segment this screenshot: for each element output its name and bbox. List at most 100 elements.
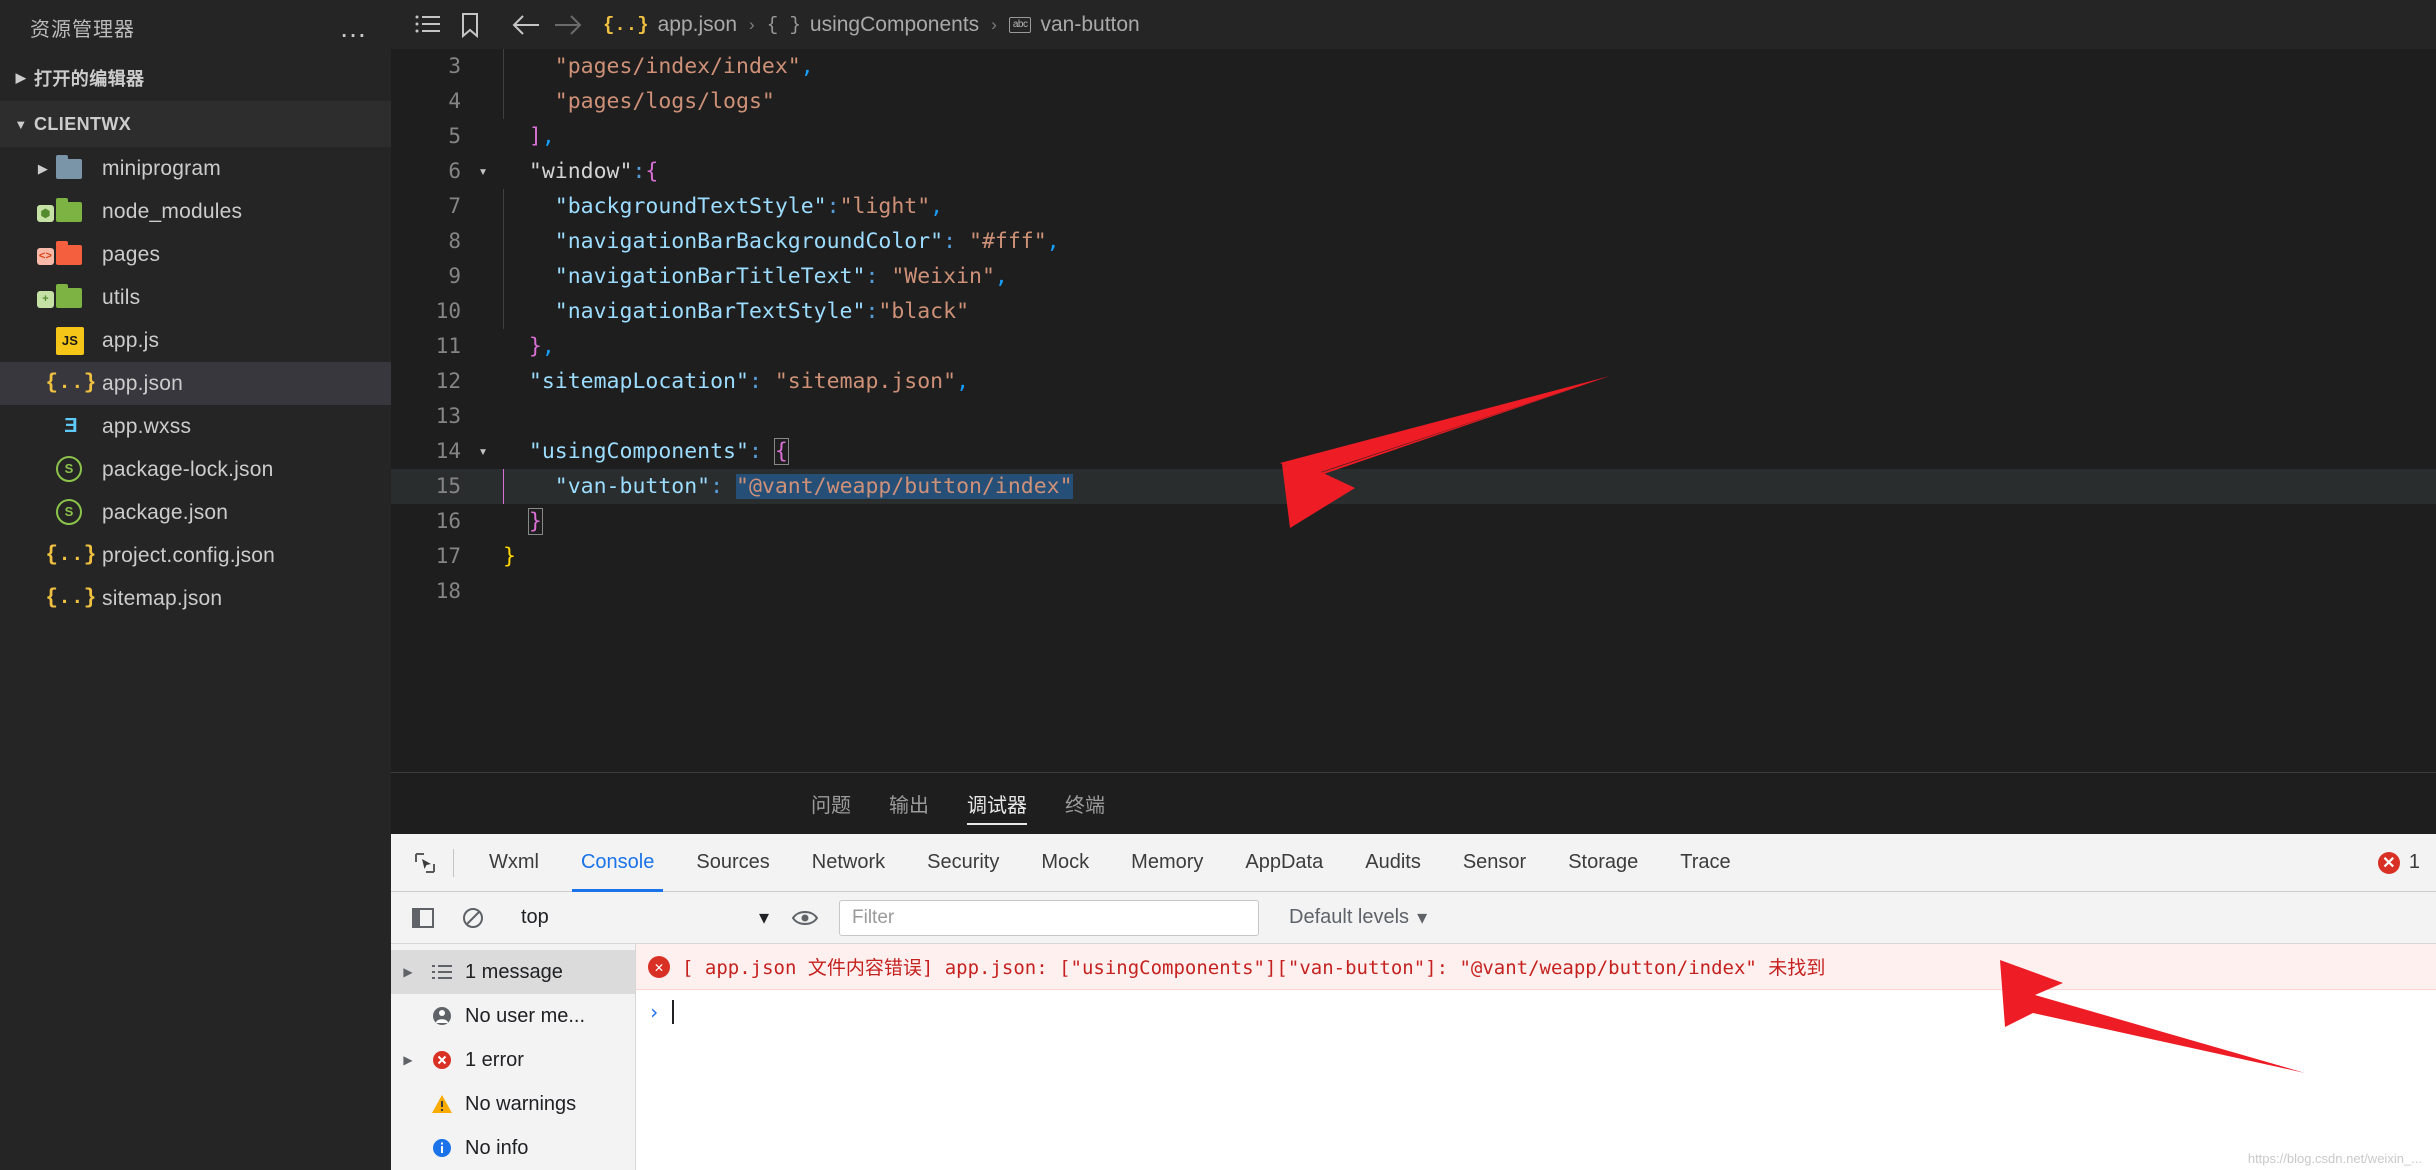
json-file-icon: {..}	[45, 544, 97, 567]
devtools-tab-security[interactable]: Security	[906, 834, 1020, 892]
tree-item-pages[interactable]: <> pages	[0, 233, 391, 276]
breadcrumb-item-file[interactable]: app.json	[658, 13, 737, 37]
chevron-down-icon: ▾	[758, 907, 769, 929]
user-message-icon	[429, 1005, 455, 1027]
line-content: "navigationBarBackgroundColor": "#fff",	[503, 224, 1060, 260]
code-line-16: 16 }	[391, 504, 2436, 539]
tree-item-miniprogram[interactable]: miniprogram	[0, 147, 391, 190]
console-toolbar: top ▾ Filter Default levels ▾	[391, 892, 2436, 944]
tree-item-label: sitemap.json	[102, 586, 223, 610]
console-output[interactable]: ✕ [ app.json 文件内容错误] app.json: ["usingCo…	[636, 944, 2436, 1170]
live-expression-eye-icon[interactable]	[781, 896, 829, 940]
clear-console-icon[interactable]	[449, 896, 497, 940]
line-content: "sitemapLocation": "sitemap.json",	[528, 369, 970, 394]
code-editor[interactable]: 3 "pages/index/index", 4 "pages/logs/log…	[391, 49, 2436, 772]
devtools-tab-audits[interactable]: Audits	[1344, 834, 1442, 892]
console-sidebar-item-user-messages[interactable]: No user me...	[391, 994, 635, 1038]
line-number: 10	[435, 299, 461, 323]
folder-green-plus-icon: +	[37, 283, 90, 312]
console-error-message[interactable]: ✕ [ app.json 文件内容错误] app.json: ["usingCo…	[636, 944, 2436, 990]
devtools-tab-storage[interactable]: Storage	[1547, 834, 1659, 892]
breadcrumb-item-vanbutton[interactable]: van-button	[1040, 13, 1139, 37]
filter-input[interactable]: Filter	[839, 899, 1259, 936]
console-sidebar-label: No user me...	[465, 1004, 586, 1027]
line-content: "van-button": "@vant/weapp/button/index"	[503, 469, 1073, 505]
tree-item-app-js[interactable]: JS app.js	[0, 319, 391, 362]
line-content: ],	[528, 124, 555, 149]
tab-debugger[interactable]: 调试器	[967, 773, 1027, 835]
tree-item-package-lock-json[interactable]: S package-lock.json	[0, 448, 391, 491]
devtools-tab-wxml[interactable]: Wxml	[468, 834, 560, 892]
bookmark-icon[interactable]	[449, 5, 491, 45]
line-content: "navigationBarTextStyle":"black"	[503, 294, 969, 330]
line-number: 13	[435, 404, 461, 428]
back-arrow-icon[interactable]	[505, 5, 547, 45]
panel-toggle-icon[interactable]	[399, 896, 447, 940]
json-file-icon: {..}	[45, 372, 97, 395]
log-levels-label: Default levels	[1289, 906, 1410, 928]
selected-string: "@vant/weapp/button/index"	[736, 473, 1073, 499]
breadcrumb-separator: ›	[991, 14, 997, 34]
devtools-tab-console[interactable]: Console	[560, 834, 675, 892]
tree-item-project-config-json[interactable]: {..} project.config.json	[0, 534, 391, 577]
devtools-tab-mock[interactable]: Mock	[1020, 834, 1110, 892]
ellipsis-icon[interactable]: …	[339, 13, 369, 41]
breadcrumb-item-usingcomponents[interactable]: usingComponents	[810, 13, 979, 37]
devtools-tab-sources[interactable]: Sources	[675, 834, 790, 892]
line-number: 11	[435, 334, 461, 358]
panel-tab-bar: 问题 输出 调试器 终端	[391, 772, 2436, 834]
npm-package-icon: S	[56, 498, 90, 527]
line-content: }	[503, 544, 516, 569]
tree-item-label: node_modules	[102, 199, 243, 223]
list-icon[interactable]	[407, 5, 449, 45]
vscode-window: 资源管理器 … 打开的编辑器 CLIENTWX miniprogram ⬢ no…	[0, 0, 2436, 1170]
tree-item-app-wxss[interactable]: Ǝ app.wxss	[0, 405, 391, 448]
line-number: 8	[448, 229, 461, 253]
line-content: "usingComponents": {	[528, 438, 789, 465]
console-sidebar-item-info[interactable]: No info	[391, 1126, 635, 1170]
section-clientwx[interactable]: CLIENTWX	[0, 101, 391, 147]
js-file-icon: JS	[56, 326, 90, 355]
tree-item-package-json[interactable]: S package.json	[0, 491, 391, 534]
tree-item-utils[interactable]: + utils	[0, 276, 391, 319]
devtools-tab-appdata[interactable]: AppData	[1224, 834, 1344, 892]
code-line-5: 5 ],	[391, 119, 2436, 154]
chevron-down-icon[interactable]: ▾	[463, 154, 503, 189]
code-line-15: 15 "van-button": "@vant/weapp/button/ind…	[391, 469, 2436, 505]
chevron-down-icon[interactable]: ▾	[463, 434, 503, 469]
console-sidebar-item-messages[interactable]: ▶ 1 message	[391, 950, 635, 994]
code-line-9: 9 "navigationBarTitleText": "Weixin",	[391, 259, 2436, 295]
forward-arrow-icon[interactable]	[547, 5, 589, 45]
tree-item-sitemap-json[interactable]: {..} sitemap.json	[0, 577, 391, 620]
devtools-tab-network[interactable]: Network	[791, 834, 906, 892]
line-number: 15	[435, 474, 461, 498]
console-sidebar-label: 1 message	[465, 960, 563, 983]
watermark-text: https://blog.csdn.net/weixin_...	[2247, 1151, 2422, 1166]
console-sidebar-item-errors[interactable]: ▶ 1 error	[391, 1038, 635, 1082]
line-number: 12	[435, 369, 461, 393]
devtools-tab-sensor[interactable]: Sensor	[1442, 834, 1547, 892]
code-line-4: 4 "pages/logs/logs"	[391, 84, 2436, 120]
execution-context-select[interactable]: top ▾	[509, 898, 779, 938]
tree-item-app-json[interactable]: {..} app.json	[0, 362, 391, 405]
tree-item-node_modules[interactable]: ⬢ node_modules	[0, 190, 391, 233]
log-levels-select[interactable]: Default levels ▾	[1289, 905, 1427, 930]
devtools-tab-memory[interactable]: Memory	[1110, 834, 1224, 892]
section-open-editors[interactable]: 打开的编辑器	[0, 55, 391, 101]
devtools-tab-trace[interactable]: Trace	[1659, 834, 1751, 892]
section-open-editors-label: 打开的编辑器	[34, 69, 145, 89]
console-sidebar-item-warnings[interactable]: No warnings	[391, 1082, 635, 1126]
console-input-prompt[interactable]: ›	[636, 990, 2436, 1034]
chevron-right-icon	[30, 161, 56, 177]
tree-item-label: app.json	[102, 371, 183, 395]
error-status-badge[interactable]: ✕ 1	[2377, 851, 2420, 874]
line-number: 16	[435, 509, 461, 533]
tree-item-label: pages	[102, 242, 161, 266]
chevron-down-icon	[8, 117, 34, 132]
folder-red-code-icon: <>	[37, 240, 90, 269]
tab-output[interactable]: 输出	[889, 773, 929, 835]
tab-problems[interactable]: 问题	[811, 773, 851, 835]
tab-terminal[interactable]: 终端	[1065, 773, 1105, 835]
inspect-element-icon[interactable]	[399, 851, 451, 875]
code-line-18: 18	[391, 574, 2436, 609]
